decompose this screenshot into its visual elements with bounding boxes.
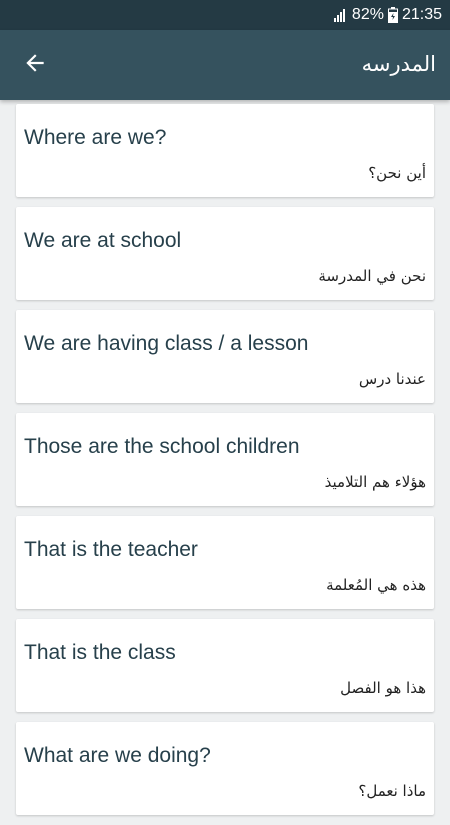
arrow-left-icon [22,50,48,80]
phrase-english: We are at school [24,229,182,252]
phrase-card[interactable]: That is the teacher هذه هي المُعلمة [16,516,434,609]
phrase-english: Those are the school children [24,435,300,458]
app-bar: المدرسه [0,30,450,100]
status-indicators: 82% 21:35 [333,0,442,30]
phrase-card[interactable]: We are at school نحن في المدرسة [16,207,434,300]
phrase-english: What are we doing? [24,744,211,767]
phrase-card[interactable]: We are having class / a lesson عندنا درس [16,310,434,403]
back-button[interactable] [18,48,52,82]
phrase-arabic: نحن في المدرسة [318,267,426,285]
phrase-arabic: عندنا درس [358,370,426,388]
phrase-arabic: ماذا نعمل؟ [358,782,426,800]
phrase-english: That is the class [24,641,176,664]
battery-charging-icon [387,7,398,23]
phrase-card[interactable]: Those are the school children هؤلاء هم ا… [16,413,434,506]
phrase-arabic: هذه هي المُعلمة [326,576,426,594]
page-title: المدرسه [361,52,436,76]
phrase-english: We are having class / a lesson [24,332,309,355]
battery-percent: 82% [351,6,384,23]
signal-icon [333,8,348,22]
phrase-card[interactable]: Where are we? أين نحن؟ [16,104,434,197]
phrase-list: Where are we? أين نحن؟ We are at school … [16,104,434,825]
phrase-english: Where are we? [24,126,167,149]
phrase-card[interactable]: That is the class هذا هو الفصل [16,619,434,712]
phrase-arabic: هذا هو الفصل [340,679,426,697]
phrase-arabic: هؤلاء هم التلاميذ [324,473,426,491]
phrase-card[interactable]: What are we doing? ماذا نعمل؟ [16,722,434,815]
phrase-arabic: أين نحن؟ [368,164,426,182]
phrase-english: That is the teacher [24,538,198,561]
status-bar: 82% 21:35 [0,0,450,30]
clock: 21:35 [401,6,442,23]
